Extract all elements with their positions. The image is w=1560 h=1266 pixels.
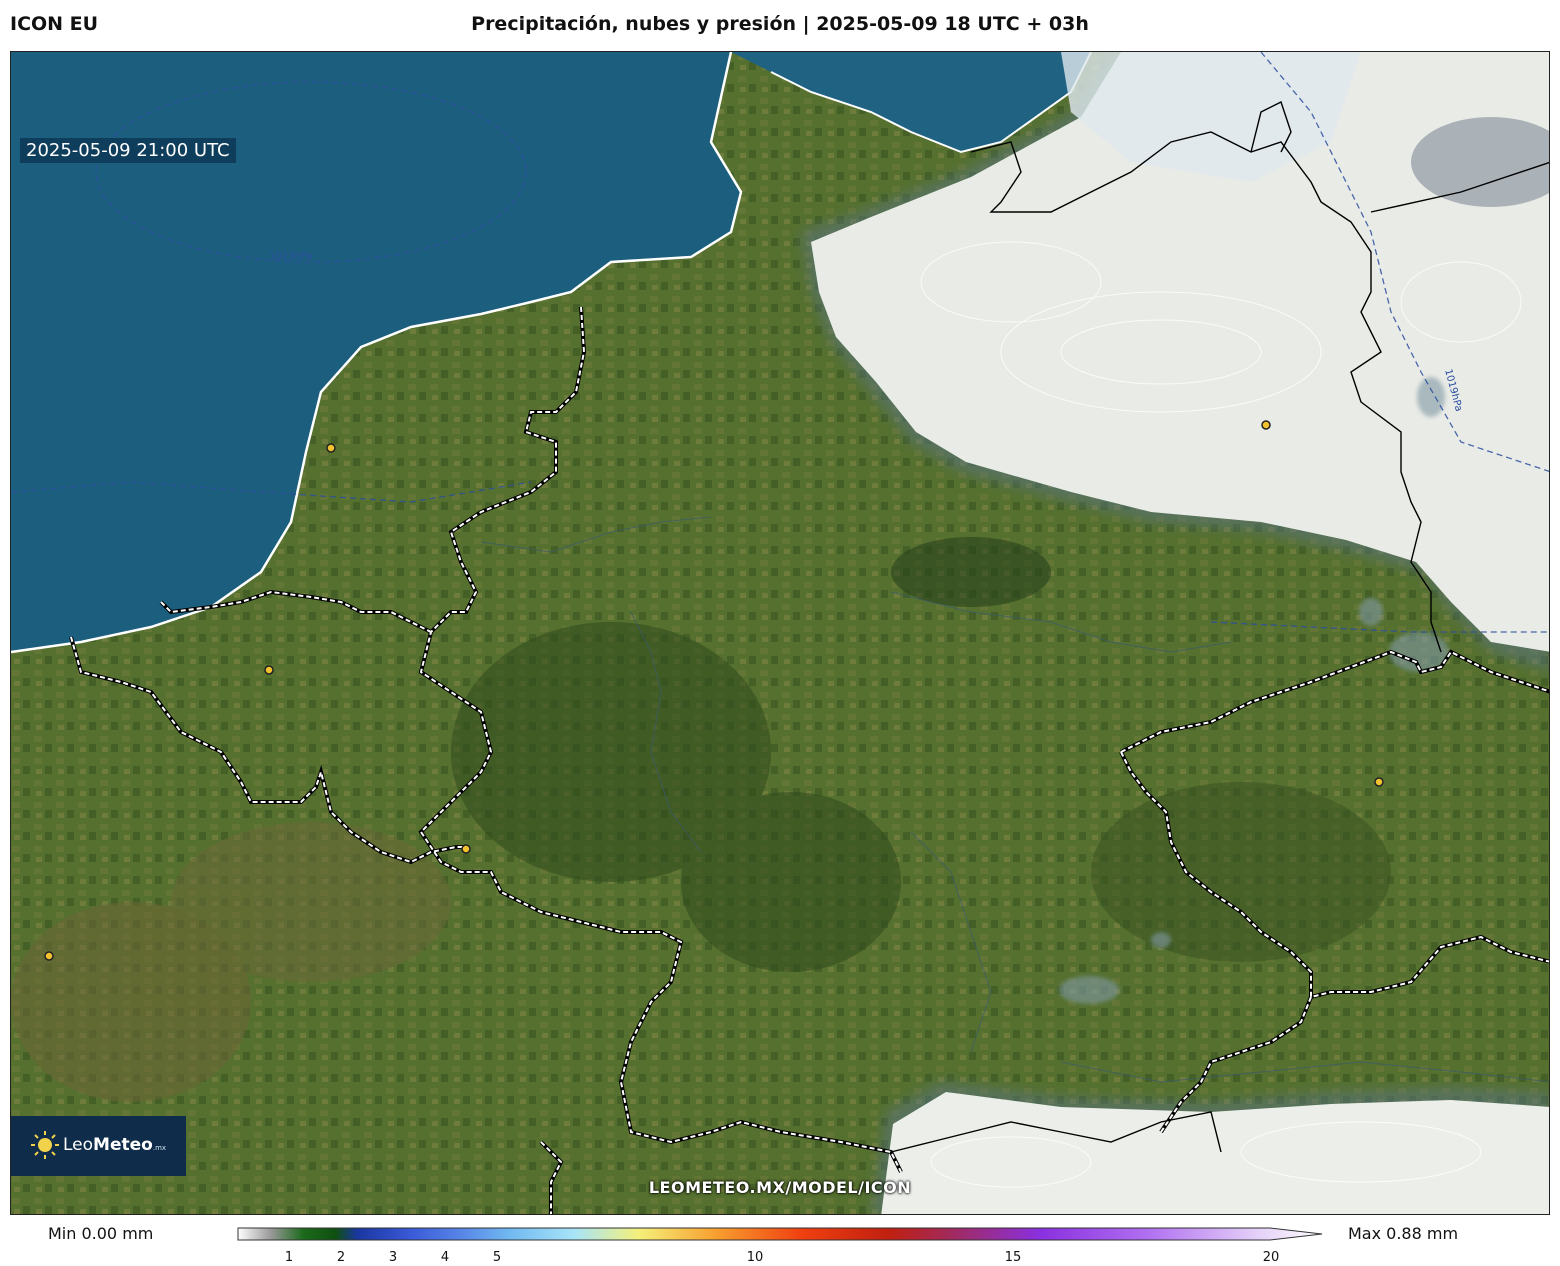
colorbar-min-label: Min 0.00 mm: [48, 1224, 154, 1243]
colorbar-tick: 1: [284, 1250, 294, 1265]
colorbar-tick: 3: [388, 1250, 398, 1265]
map-panel: 1023hPa 1019hPa 2025-05-09 21:00 UTC: [10, 51, 1550, 1215]
colorbar-tick: 15: [1004, 1250, 1022, 1265]
colorbar: [237, 1227, 1323, 1241]
colorbar-tick: 2: [336, 1250, 346, 1265]
colorbar-tick: 4: [440, 1250, 450, 1265]
isobar-label-1023: 1023hPa: [269, 251, 313, 262]
sun-icon: [31, 1131, 59, 1159]
logo-text: LeoMeteo.mx: [63, 1135, 167, 1155]
colorbar-max-label: Max 0.88 mm: [1348, 1224, 1459, 1243]
map-canvas: 1023hPa 1019hPa: [11, 52, 1549, 1214]
colorbar-tick: 10: [746, 1250, 764, 1265]
watermark-url: LEOMETEO.MX/MODEL/ICON: [648, 1178, 912, 1197]
leometeo-logo: LeoMeteo.mx: [11, 1116, 186, 1176]
chart-title: Precipitación, nubes y presión | 2025-05…: [471, 13, 1089, 35]
valid-time-badge: 2025-05-09 21:00 UTC: [20, 138, 236, 163]
colorbar-tick: 5: [492, 1250, 502, 1265]
colorbar-tick: 20: [1262, 1250, 1280, 1265]
